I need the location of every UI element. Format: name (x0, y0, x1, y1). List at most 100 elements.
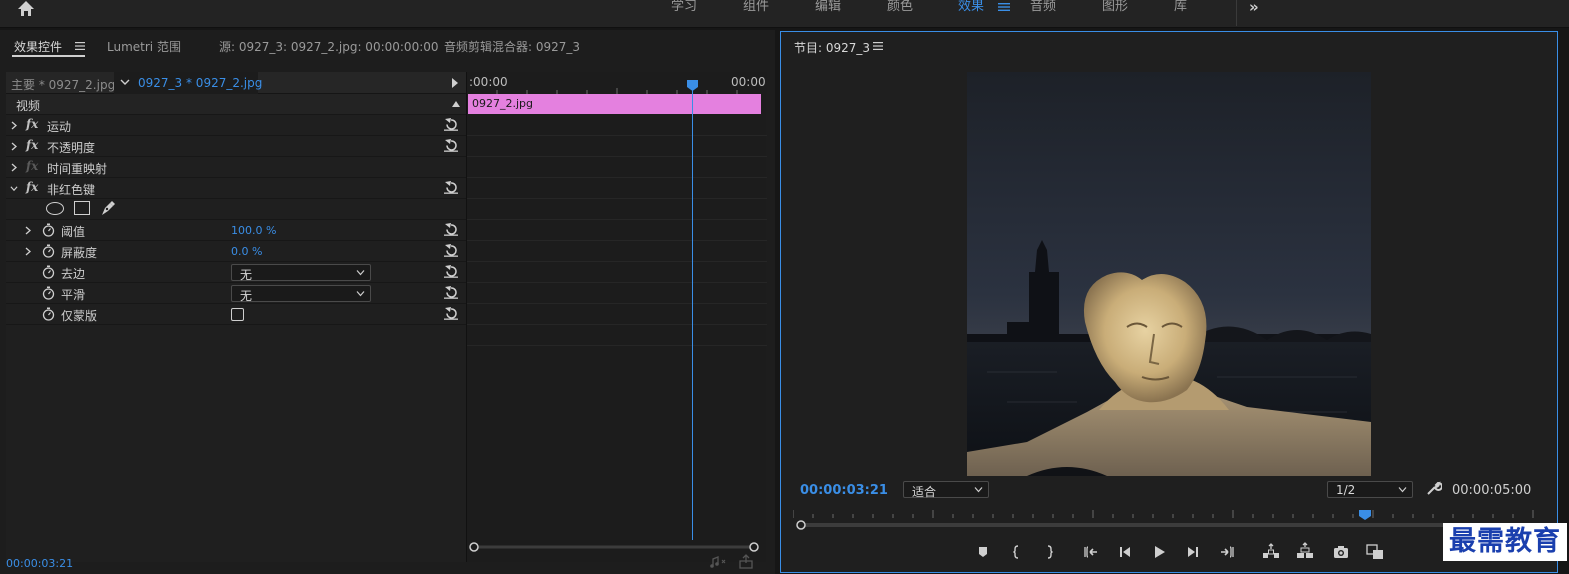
tab-lumetri-scopes[interactable]: Lumetri 范围 (107, 38, 181, 55)
effect-row-motion[interactable]: fx 运动 (6, 115, 466, 136)
reset-icon[interactable] (444, 181, 458, 194)
mask-only-checkbox[interactable] (231, 308, 244, 321)
stopwatch-icon[interactable] (42, 286, 55, 300)
ellipse-mask-icon[interactable] (46, 202, 64, 215)
reset-icon[interactable] (444, 139, 458, 152)
rectangle-mask-icon[interactable] (74, 201, 90, 215)
threshold-value[interactable]: 100.0 % (231, 224, 276, 237)
effect-row-opacity[interactable]: fx 不透明度 (6, 136, 466, 157)
program-playhead-timecode[interactable]: 00:00:03:21 (800, 483, 888, 498)
param-row-threshold[interactable]: 阈值 100.0 % (6, 220, 466, 241)
program-monitor-title[interactable]: 节目: 0927_3 (794, 39, 870, 56)
panel-menu-icon[interactable] (75, 42, 85, 50)
workspace-tab-5[interactable]: 音频 (1030, 0, 1056, 16)
stopwatch-icon[interactable] (42, 265, 55, 279)
reset-icon[interactable] (444, 286, 458, 299)
cutoff-value[interactable]: 0.0 % (231, 245, 262, 258)
playback-resolution-dropdown[interactable]: 1/2 (1327, 481, 1413, 498)
reset-icon[interactable] (444, 223, 458, 236)
workspace-tab-3[interactable]: 颜色 (887, 0, 913, 16)
audio-export-icons[interactable] (710, 554, 756, 570)
playback-resolution-value: 1/2 (1336, 483, 1356, 497)
timeline-row-divider (467, 219, 767, 220)
tab-source-monitor[interactable]: 源: 0927_3: 0927_2.jpg: 00:00:00:00 (219, 38, 439, 55)
effect-row-non-red-key[interactable]: fx 非红色键 (6, 178, 466, 199)
compare-view-icon[interactable] (1365, 542, 1385, 562)
pen-mask-icon[interactable] (100, 200, 116, 216)
panel-menu-icon[interactable] (873, 42, 883, 50)
collapse-up-icon[interactable] (452, 101, 460, 107)
zoom-fit-dropdown[interactable]: 适合 (903, 481, 989, 499)
play-icon[interactable] (1149, 542, 1169, 562)
timeline-ruler[interactable]: :00:00 00:00 (467, 72, 767, 94)
program-time-ruler[interactable] (793, 506, 1545, 534)
export-frame-camera-icon[interactable] (1331, 542, 1351, 562)
sequence-clip-tab[interactable]: 0927_3 * 0927_2.jpg (114, 72, 262, 94)
workspace-tab-7[interactable]: 库 (1174, 0, 1187, 16)
panel-tab-row: 效果控件 Lumetri 范围 源: 0927_3: 0927_2.jpg: 0… (0, 30, 775, 60)
timeline-row-divider (467, 345, 767, 346)
chevron-down-icon[interactable] (10, 184, 18, 193)
extract-icon[interactable] (1295, 542, 1315, 562)
defringing-dropdown[interactable]: 无 (231, 264, 371, 282)
playhead-handle[interactable] (687, 80, 698, 91)
property-list: 视频 fx 运动 fx 不透明度 fx 时间重映射 fx 非红色键 阈值 100… (6, 94, 466, 325)
fx-icon[interactable]: fx (26, 180, 38, 194)
video-header-label: 视频 (16, 99, 41, 113)
defringing-dropdown-value: 无 (240, 268, 253, 282)
workspace-tab-4[interactable]: 效果 (958, 0, 984, 16)
step-back-icon[interactable] (1115, 542, 1135, 562)
wrench-settings-icon[interactable] (1426, 480, 1442, 496)
clip-bar[interactable]: 0927_2.jpg (468, 94, 761, 114)
master-clip-label[interactable]: 主要 * 0927_2.jpg (11, 76, 115, 93)
effect-controls-timecode[interactable]: 00:00:03:21 (6, 557, 73, 570)
workspace-tab-0[interactable]: 学习 (671, 0, 697, 16)
show-timeline-toggle-icon[interactable] (452, 78, 458, 88)
chevron-right-icon[interactable] (10, 121, 18, 130)
smoothing-dropdown[interactable]: 无 (231, 285, 371, 303)
program-viewer-image[interactable] (967, 72, 1371, 476)
home-icon[interactable] (14, 0, 38, 18)
chevron-right-icon[interactable] (10, 163, 18, 172)
workspace-tab-2[interactable]: 编辑 (815, 0, 841, 16)
effect-time-remap-label: 时间重映射 (47, 162, 108, 176)
fx-icon[interactable]: fx (26, 138, 38, 152)
lift-icon[interactable] (1261, 542, 1281, 562)
add-marker-icon[interactable] (973, 542, 993, 562)
mask-only-label: 仅蒙版 (61, 309, 98, 323)
stopwatch-icon[interactable] (42, 244, 55, 258)
chevron-right-icon[interactable] (24, 226, 32, 235)
reset-icon[interactable] (444, 118, 458, 131)
param-row-smoothing[interactable]: 平滑 无 (6, 283, 466, 304)
effect-controls-panel: 效果控件 Lumetri 范围 源: 0927_3: 0927_2.jpg: 0… (0, 30, 775, 574)
mark-in-icon[interactable] (1007, 542, 1027, 562)
stopwatch-icon[interactable] (42, 307, 55, 321)
fx-icon-disabled: fx (26, 159, 39, 173)
workspace-tab-6[interactable]: 图形 (1102, 0, 1128, 16)
workspace-tab-1[interactable]: 组件 (743, 0, 769, 16)
workspace-menu-icon[interactable] (998, 2, 1010, 12)
more-workspaces-icon[interactable]: » (1249, 0, 1259, 16)
param-row-cutoff[interactable]: 屏蔽度 0.0 % (6, 241, 466, 262)
reset-icon[interactable] (444, 265, 458, 278)
param-row-mask-only[interactable]: 仅蒙版 (6, 304, 466, 325)
step-forward-icon[interactable] (1183, 542, 1203, 562)
sequence-duration: 00:00:05:00 (1452, 483, 1532, 498)
reset-icon[interactable] (444, 307, 458, 320)
go-to-in-icon[interactable] (1081, 542, 1101, 562)
tab-audio-clip-mixer[interactable]: 音频剪辑混合器: 0927_3 (444, 38, 580, 55)
playhead-line[interactable] (692, 80, 693, 540)
stopwatch-icon[interactable] (42, 223, 55, 237)
mark-out-icon[interactable] (1039, 542, 1059, 562)
timeline-zoom-scrollbar[interactable] (469, 542, 759, 552)
effect-row-time-remapping[interactable]: fx 时间重映射 (6, 157, 466, 178)
tab-effect-controls[interactable]: 效果控件 (14, 38, 62, 55)
go-to-out-icon[interactable] (1217, 542, 1237, 562)
fx-icon[interactable]: fx (26, 117, 38, 131)
param-row-defringing[interactable]: 去边 无 (6, 262, 466, 283)
chevron-right-icon[interactable] (24, 247, 32, 256)
chevron-right-icon[interactable] (10, 142, 18, 151)
chevron-down-icon (120, 79, 130, 85)
reset-icon[interactable] (444, 244, 458, 257)
effect-controls-timeline[interactable]: :00:00 00:00 0927_2.jpg (466, 72, 767, 562)
